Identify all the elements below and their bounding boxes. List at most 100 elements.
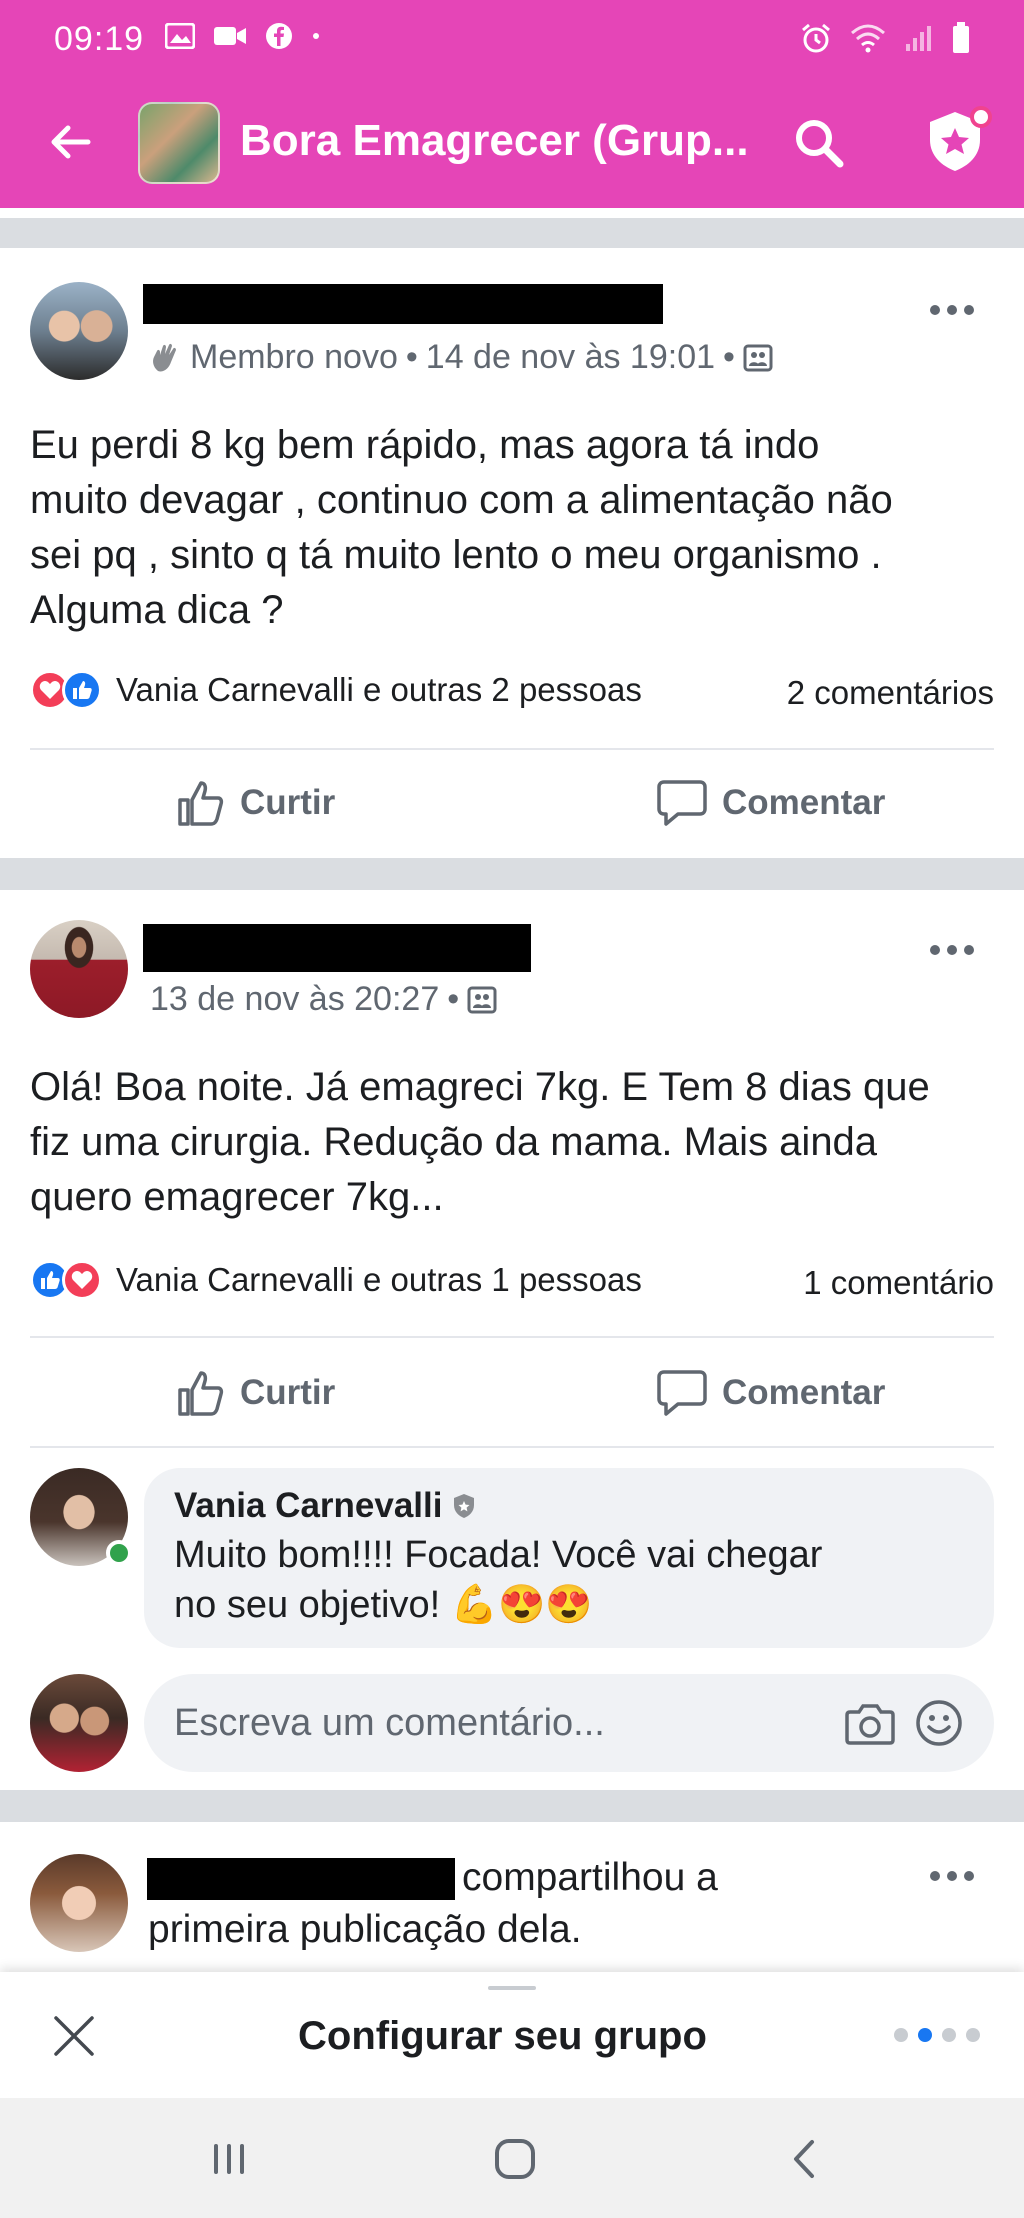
post-divider [30,1336,994,1338]
meta-separator: • [723,338,735,376]
post-options-button[interactable] [930,1866,990,1886]
page-dot [942,2028,956,2042]
status-time: 09:19 [54,20,145,58]
comment-button[interactable]: Comentar [656,1368,885,1418]
comment-input[interactable]: Escreva um comentário... [144,1674,994,1772]
feed-separator [0,1790,1024,1822]
admin-badge-icon [454,1494,475,1518]
dot-icon [313,33,319,39]
post-card: Membro novo • 14 de nov às 19:01 • Eu pe… [0,248,1024,858]
post-meta: Membro novo • 14 de nov às 19:01 • [148,338,773,377]
comment-author[interactable]: Vania Carnevalli [174,1486,964,1526]
status-system-icons [800,22,970,54]
post-text-line: quero emagrecer 7kg... [30,1175,444,1219]
sheet-title[interactable]: Configurar seu grupo [298,2014,707,2059]
post-options-button[interactable] [930,940,990,960]
feed-separator [0,218,1024,248]
like-label: Curtir [240,1373,336,1412]
comment-text: Muito bom!!!! Focada! Você vai chegar no… [174,1530,964,1630]
post-text-line: sei pq , sinto q tá muito lento o meu or… [30,533,882,577]
current-user-avatar [30,1674,128,1772]
reactions-summary[interactable]: Vania Carnevalli e outras 2 pessoas [30,670,642,710]
back-arrow-icon[interactable] [44,116,96,168]
gallery-icon [165,23,195,49]
alarm-icon [802,23,830,53]
back-icon[interactable] [780,2134,830,2184]
post-options-button[interactable] [930,300,990,320]
comment-text-line: no seu objetivo! 💪😍😍 [174,1584,593,1626]
facebook-icon [266,23,292,49]
thumbs-up-icon [178,781,224,826]
post-text-line: fiz uma cirurgia. Redução da mama. Mais … [30,1120,878,1164]
post-text: Olá! Boa noite. Já emagreci 7kg. E Tem 8… [30,1060,990,1225]
shared-text-line: compartilhou a [462,1856,718,1899]
like-label: Curtir [240,783,336,822]
admin-tools-button[interactable] [924,106,992,174]
comment-bubble[interactable]: Vania Carnevalli Muito bom!!!! Focada! V… [144,1468,994,1648]
author-avatar[interactable] [30,920,128,1018]
redacted-author-name [147,1858,455,1900]
post-timestamp[interactable]: 13 de nov às 20:27 [150,980,439,1019]
post-card: compartilhou a primeira publicação dela. [0,1822,1024,1972]
group-avatar[interactable] [138,102,220,184]
page-dot [894,2028,908,2042]
group-audience-icon [467,986,497,1013]
like-button[interactable]: Curtir [176,778,335,828]
comment-button[interactable]: Comentar [656,778,885,828]
battery-icon [953,22,969,53]
like-reaction-icon [62,670,102,710]
reactions-text: Vania Carnevalli e outras 1 pessoas [116,1261,642,1298]
post-text-line: Eu perdi 8 kg bem rápido, mas agora tá i… [30,423,820,467]
thumbs-up-icon [178,1371,224,1416]
wave-hand-icon [153,343,176,371]
emoji-icon[interactable] [914,1698,964,1748]
setup-group-sheet[interactable]: Configurar seu grupo [0,1972,1024,2098]
post-meta: 13 de nov às 20:27 • [150,980,497,1019]
author-avatar[interactable] [30,282,128,380]
post-text: Eu perdi 8 kg bem rápido, mas agora tá i… [30,418,990,638]
group-title[interactable]: Bora Emagrecer (Grup... [240,116,749,166]
recent-apps-icon[interactable] [204,2134,254,2184]
like-button[interactable]: Curtir [176,1368,335,1418]
shared-text-line: primeira publicação dela. [148,1908,582,1951]
member-badge: Membro novo [190,338,398,376]
reactions-summary[interactable]: Vania Carnevalli e outras 1 pessoas [30,1260,642,1300]
meta-separator: • [447,980,460,1018]
sheet-handle[interactable] [488,1986,536,1990]
app-bar: Bora Emagrecer (Grup... [0,78,1024,208]
wifi-icon [851,24,885,53]
post-text-line: muito devagar , continuo com a alimentaç… [30,478,893,522]
group-audience-icon [743,344,773,371]
meta-separator: • [405,338,418,376]
close-icon[interactable] [50,2012,98,2060]
comments-count[interactable]: 2 comentários [787,674,994,712]
comment-bubble-icon [657,780,707,826]
post-divider [30,1446,994,1448]
post-timestamp[interactable]: 14 de nov às 19:01 [426,338,715,377]
comment-label: Comentar [722,783,886,822]
redacted-author-name [143,924,531,972]
comments-count[interactable]: 1 comentário [803,1264,994,1302]
home-icon[interactable] [490,2134,540,2184]
online-indicator [106,1540,132,1566]
signal-icon [906,26,931,51]
redacted-author-name [143,284,663,324]
system-navigation-bar [0,2098,1024,2218]
comment-bubble-icon [657,1370,707,1416]
comment-author-name: Vania Carnevalli [174,1486,443,1525]
video-icon [214,27,246,45]
status-bar: 09:19 [0,0,1024,78]
love-reaction-icon [62,1260,102,1300]
page-indicator [894,2028,980,2042]
feed-separator [0,858,1024,890]
status-notification-icons [165,22,321,50]
post-text-line: Alguma dica ? [30,588,284,632]
author-avatar[interactable] [30,1854,128,1952]
comment-placeholder: Escreva um comentário... [174,1702,605,1744]
post-card: 13 de nov às 20:27 • Olá! Boa noite. Já … [0,890,1024,1790]
page-dot [966,2028,980,2042]
page-dot-active [918,2028,932,2042]
comment-label: Comentar [722,1373,886,1412]
search-icon[interactable] [790,114,846,170]
camera-icon[interactable] [844,1698,896,1748]
